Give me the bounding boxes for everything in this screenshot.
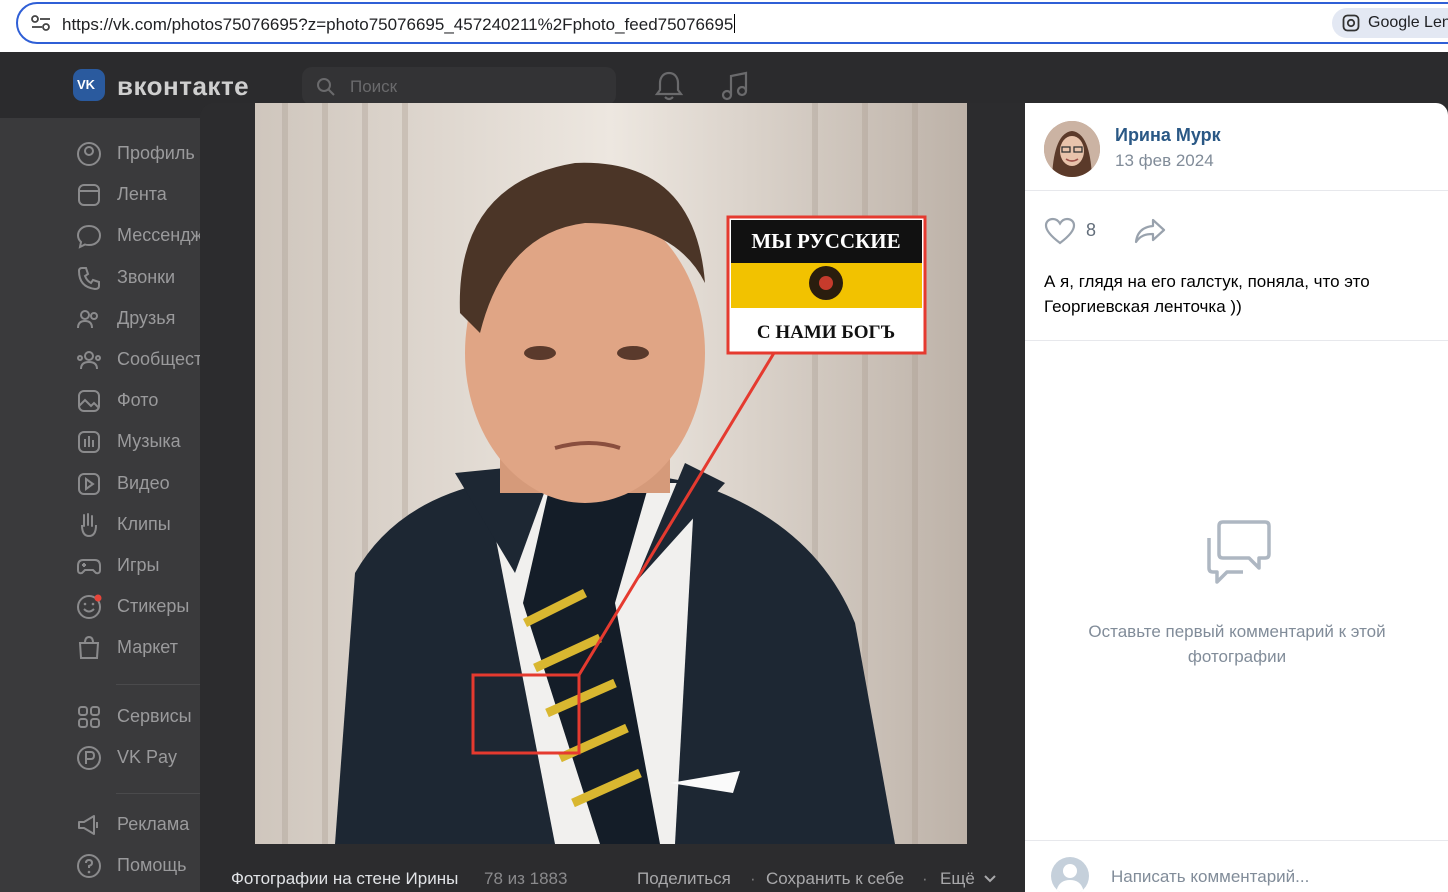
- sidebar-item-label: Музыка: [117, 431, 181, 452]
- communities-icon: [77, 351, 101, 370]
- vk-logo-text[interactable]: вконтакте: [117, 71, 249, 102]
- separator-dot: ·: [922, 869, 928, 888]
- flag-bottom-text: С НАМИ БОГЪ: [757, 322, 895, 343]
- vk-logo-icon[interactable]: VK: [73, 69, 105, 101]
- sidebar-item-label: Лента: [117, 184, 167, 205]
- music-icon: [78, 431, 100, 454]
- divider: [1025, 840, 1448, 841]
- user-avatar: [1051, 857, 1089, 892]
- sidebar-divider: [116, 793, 200, 794]
- profile-icon: [77, 142, 101, 166]
- divider: [1025, 190, 1448, 191]
- lens-label: Google Lens: [1368, 14, 1448, 31]
- chevron-down-icon: [983, 875, 996, 883]
- flag-top-text: МЫ РУССКИЕ: [751, 229, 900, 253]
- messenger-icon: [76, 225, 102, 250]
- bell-icon[interactable]: [653, 69, 685, 103]
- sidebar-item-label: Стикеры: [117, 596, 190, 617]
- friends-icon: [77, 309, 98, 328]
- photo-caption: А я, глядя на его галстук, поняла, что э…: [1044, 272, 1370, 316]
- photo-icon: [78, 390, 100, 413]
- vkpay-icon: [77, 746, 101, 770]
- sidebar-item-label: Профиль: [117, 143, 195, 163]
- left-sidebar: Профиль Лента Мессенджер Звонки Друзья Сообще…: [0, 118, 223, 892]
- stickers-icon: [77, 594, 102, 620]
- sidebar-item-label: Видео: [117, 472, 170, 493]
- more-link[interactable]: Ещё: [940, 869, 996, 889]
- comments-empty-icon: [1207, 520, 1271, 584]
- sidebar-item-label: Фото: [117, 390, 159, 411]
- google-lens-button[interactable]: Google Lens: [1332, 8, 1448, 38]
- ads-icon: [78, 815, 98, 835]
- share-icon[interactable]: [1133, 217, 1167, 245]
- sidebar-item-label: Клипы: [117, 513, 171, 534]
- sidebar-item-label: Реклама: [117, 814, 190, 834]
- author-name[interactable]: Ирина Мурк: [1115, 125, 1221, 146]
- market-icon: [78, 636, 100, 660]
- sidebar-divider: [116, 684, 200, 685]
- address-bar[interactable]: https://vk.com/photos75076695?z=photo750…: [16, 2, 1448, 44]
- like-count: 8: [1086, 220, 1097, 240]
- sidebar-item-label: Игры: [117, 555, 160, 575]
- no-comments-text: Оставьте первый комментарий к этой фотог…: [1088, 622, 1386, 666]
- post-date[interactable]: 13 фев 2024: [1115, 151, 1214, 171]
- lens-icon: [1342, 14, 1360, 32]
- search-icon: [317, 78, 335, 96]
- video-icon: [78, 472, 100, 495]
- sidebar-item-label: VK Pay: [117, 747, 178, 767]
- album-title[interactable]: Фотографии на стене Ирины: [231, 869, 458, 889]
- search-input[interactable]: Поиск: [302, 67, 616, 105]
- save-link[interactable]: Сохранить к себе: [766, 869, 904, 889]
- viewer-footer: Фотографии на стене Ирины 78 из 1883 Под…: [200, 855, 1025, 892]
- avatar[interactable]: [1044, 121, 1100, 177]
- comment-input[interactable]: [1111, 863, 1431, 891]
- separator-dot: ·: [750, 869, 756, 888]
- sidebar-item-label: Звонки: [117, 266, 176, 287]
- help-icon: [77, 854, 101, 878]
- divider: [1025, 340, 1448, 341]
- heart-icon[interactable]: [1044, 217, 1076, 245]
- photo-counter: 78 из 1883: [484, 869, 568, 888]
- site-info-icon[interactable]: [30, 13, 52, 33]
- gamepad-icon: [77, 559, 101, 575]
- photo-image[interactable]: МЫ РУССКИЕ С НАМИ БОГЪ: [255, 103, 967, 844]
- phone-icon: [77, 266, 100, 290]
- share-link[interactable]: Поделиться: [637, 869, 731, 889]
- services-icon: [78, 706, 100, 728]
- photo-illustration: МЫ РУССКИЕ С НАМИ БОГЪ: [255, 103, 967, 844]
- music-note-icon[interactable]: [719, 69, 751, 103]
- sidebar-item-label: Сервисы: [117, 706, 192, 726]
- more-label: Ещё: [940, 869, 975, 888]
- sidebar-item-label: Маркет: [117, 637, 178, 658]
- clips-icon: [81, 512, 97, 537]
- search-placeholder: Поиск: [350, 77, 398, 96]
- sidebar-item-label: Друзья: [117, 307, 176, 328]
- sidebar-item-label: Помощь: [117, 855, 187, 875]
- feed-icon: [78, 184, 100, 207]
- url-text[interactable]: https://vk.com/photos75076695?z=photo750…: [62, 14, 736, 35]
- browser-toolbar: https://vk.com/photos75076695?z=photo750…: [0, 0, 1448, 52]
- photo-info-panel: Ирина Мурк 13 фев 2024 8 А я, глядя на е…: [1025, 103, 1448, 892]
